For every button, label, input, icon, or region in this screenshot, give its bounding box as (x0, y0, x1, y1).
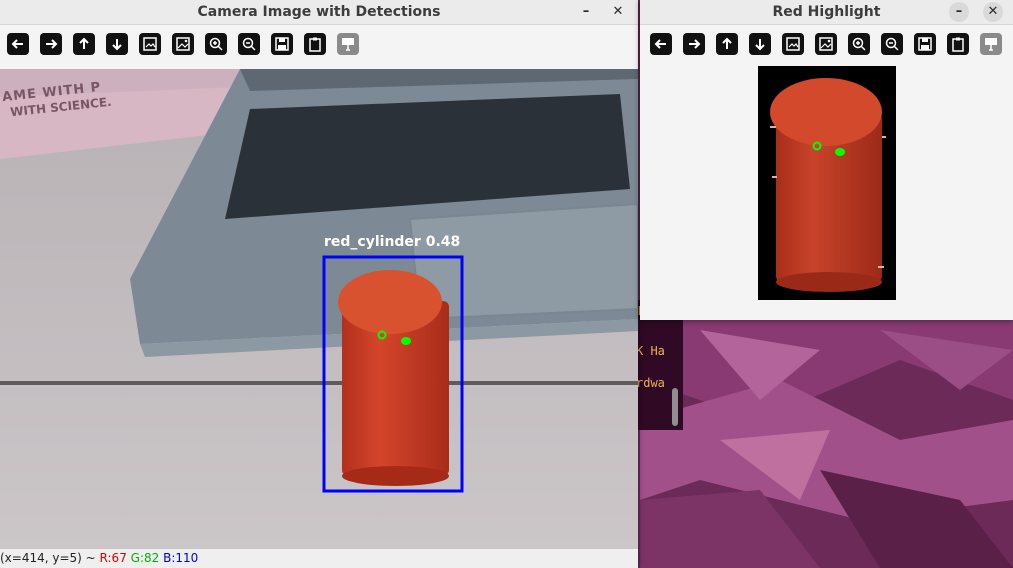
minimize-button[interactable]: – (576, 2, 596, 22)
image-edit-icon[interactable] (815, 33, 837, 55)
image-icon[interactable] (782, 33, 804, 55)
arrow-up-icon[interactable] (716, 33, 738, 55)
red-highlight-window: Red Highlight – ✕ (640, 0, 1013, 320)
properties-icon[interactable] (980, 33, 1002, 55)
camera-window: Camera Image with Detections – ✕ AME WIT… (0, 0, 638, 568)
clipboard-icon[interactable] (947, 33, 969, 55)
arrow-down-icon[interactable] (106, 33, 128, 55)
status-blue-value: B:110 (163, 551, 199, 565)
camera-toolbar (0, 25, 638, 67)
detection-label: red_cylinder 0.48 (324, 234, 461, 250)
red-toolbar (640, 25, 1013, 65)
status-bar: (x=414, y=5) ~ R:67 G:82 B:110 (0, 549, 638, 568)
minimize-button[interactable]: – (949, 2, 969, 22)
camera-window-title: Camera Image with Detections (197, 4, 441, 20)
terminal-line: rdwa (638, 376, 665, 390)
camera-window-titlebar[interactable]: Camera Image with Detections – ✕ (0, 0, 638, 25)
image-edit-icon[interactable] (172, 33, 194, 55)
status-coords: (x=414, y=5) ~ (0, 551, 96, 565)
arrow-right-icon[interactable] (40, 33, 62, 55)
properties-icon[interactable] (337, 33, 359, 55)
save-icon[interactable] (914, 33, 936, 55)
image-icon[interactable] (139, 33, 161, 55)
save-icon[interactable] (271, 33, 293, 55)
terminal-line: K Ha (638, 344, 665, 358)
zoom-out-icon[interactable] (238, 33, 260, 55)
red-window-titlebar[interactable]: Red Highlight – ✕ (640, 0, 1013, 25)
arrow-left-icon[interactable] (650, 33, 672, 55)
zoom-in-icon[interactable] (205, 33, 227, 55)
camera-scene (0, 69, 638, 549)
red-window-title: Red Highlight (772, 4, 881, 20)
terminal-scrollbar[interactable] (672, 388, 678, 426)
clipboard-icon[interactable] (304, 33, 326, 55)
red-mask-scene (758, 66, 896, 300)
arrow-left-icon[interactable] (7, 33, 29, 55)
arrow-up-icon[interactable] (73, 33, 95, 55)
zoom-in-icon[interactable] (848, 33, 870, 55)
arrow-right-icon[interactable] (683, 33, 705, 55)
close-button[interactable]: ✕ (608, 2, 628, 22)
status-green-value: G:82 (130, 551, 160, 565)
zoom-out-icon[interactable] (881, 33, 903, 55)
arrow-down-icon[interactable] (749, 33, 771, 55)
red-highlight-image[interactable] (758, 66, 896, 300)
close-button[interactable]: ✕ (983, 2, 1003, 22)
camera-image[interactable]: AME WITH P WITH SCIENCE. red_cylinder 0.… (0, 69, 638, 549)
status-red-value: R:67 (99, 551, 127, 565)
